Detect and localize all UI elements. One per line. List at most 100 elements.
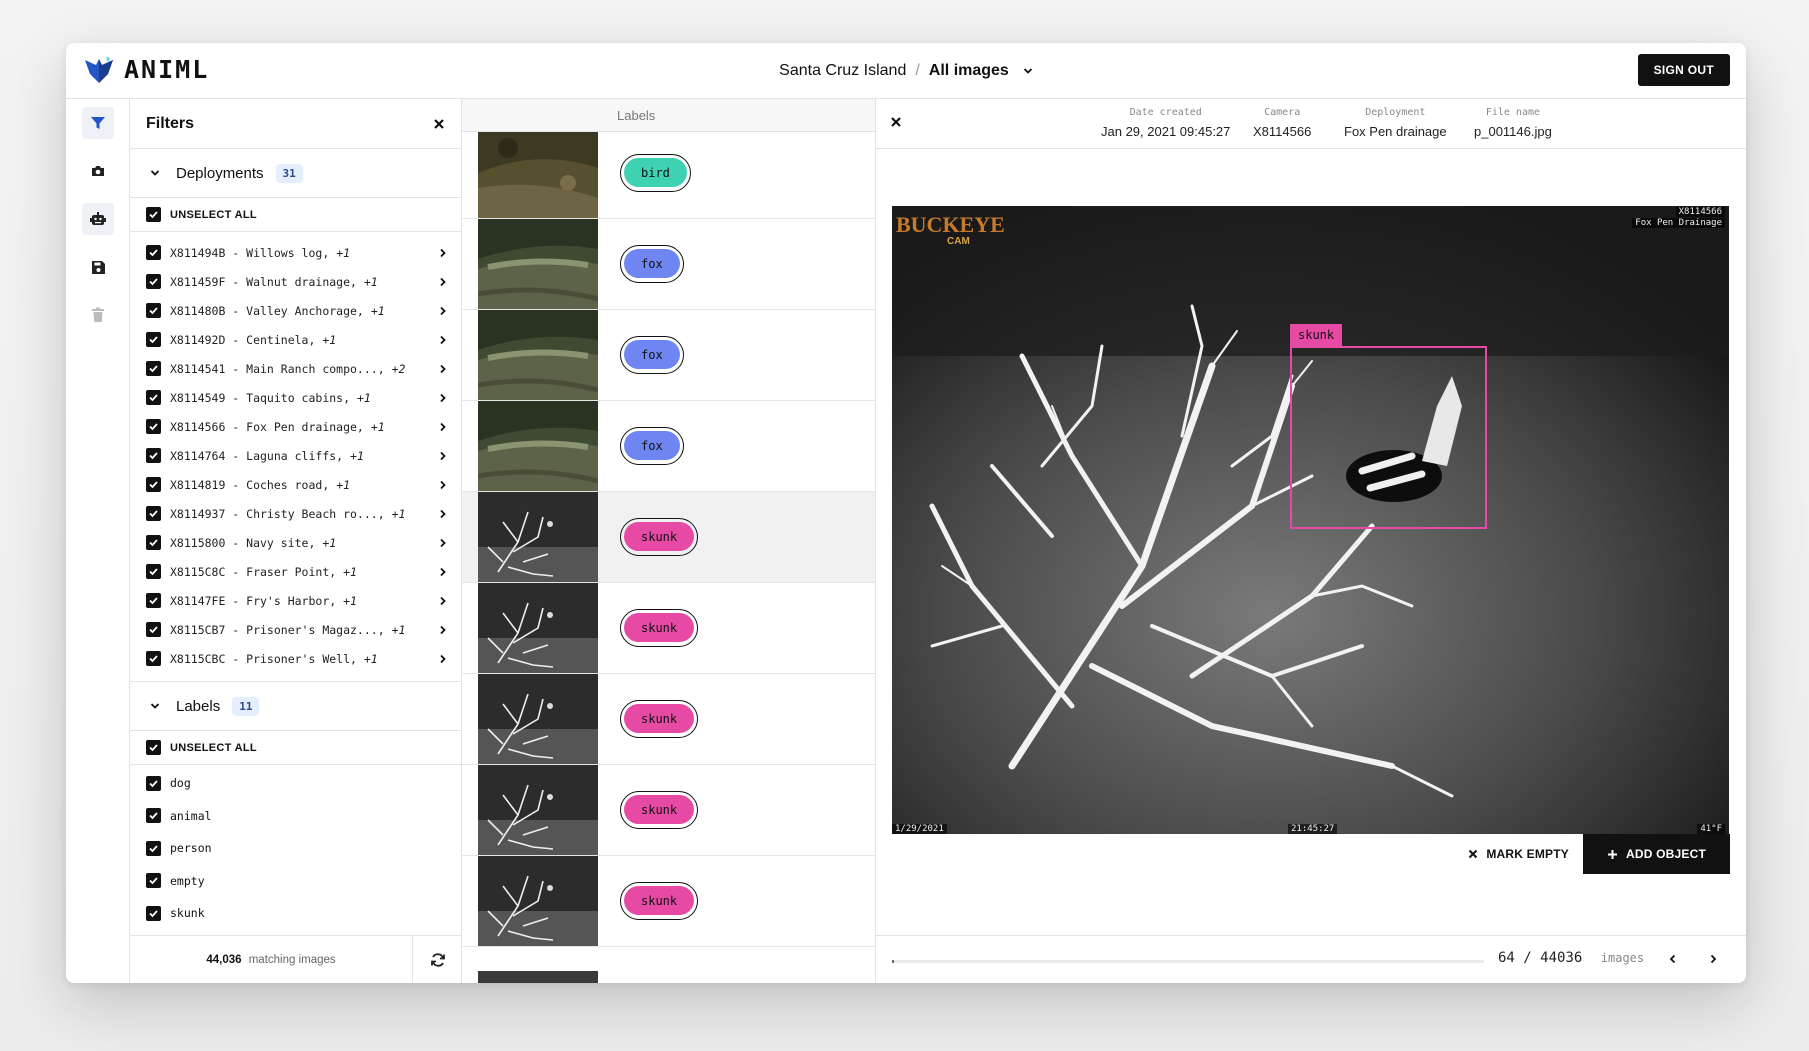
label-pill-outline[interactable]: skunk	[620, 609, 699, 647]
label-filter-item[interactable]: person	[130, 832, 461, 865]
chevron-right-icon[interactable]	[438, 451, 447, 461]
image-row[interactable]: skunk	[462, 765, 875, 856]
deployment-item[interactable]: X811459F - Walnut drainage, +1	[130, 267, 461, 296]
checkbox-checked[interactable]	[146, 775, 161, 791]
rail-delete-button[interactable]	[82, 299, 114, 331]
deployment-item[interactable]: X8115C8C - Fraser Point, +1	[130, 557, 461, 586]
image-row[interactable]: skunk	[462, 492, 875, 583]
chevron-right-icon[interactable]	[438, 567, 447, 577]
next-image-button[interactable]	[1702, 948, 1724, 970]
checkbox-checked[interactable]	[146, 303, 161, 318]
label-pill-outline[interactable]: fox	[620, 427, 684, 465]
chevron-right-icon[interactable]	[438, 393, 447, 403]
chevron-down-icon[interactable]	[150, 701, 160, 711]
label-filter-item[interactable]: empty	[130, 865, 461, 898]
image-row[interactable]: skunk	[462, 674, 875, 765]
deployment-item[interactable]: X811492D - Centinela, +1	[130, 325, 461, 354]
checkbox-checked[interactable]	[146, 361, 161, 376]
close-icon[interactable]	[433, 118, 445, 130]
image-row[interactable]: fox	[462, 219, 875, 310]
image-row-partial[interactable]	[462, 971, 875, 983]
checkbox-checked[interactable]	[146, 207, 161, 222]
deployment-item[interactable]: X8114764 - Laguna cliffs, +1	[130, 441, 461, 470]
deployment-item[interactable]: X8115800 - Navy site, +1	[130, 528, 461, 557]
checkbox-checked[interactable]	[146, 477, 161, 492]
label-pill-outline[interactable]: bird	[620, 154, 691, 192]
deployment-item[interactable]: X8115CBC - Prisoner's Well, +1	[130, 644, 461, 673]
close-icon[interactable]	[890, 116, 902, 128]
chevron-right-icon[interactable]	[438, 480, 447, 490]
add-object-button[interactable]: ADD OBJECT	[1582, 834, 1730, 874]
image-row[interactable]: fox	[462, 310, 875, 401]
chevron-right-icon[interactable]	[438, 277, 447, 287]
label-filter-item[interactable]: animal	[130, 800, 461, 833]
breadcrumb-project[interactable]: Santa Cruz Island	[779, 62, 906, 80]
checkbox-checked[interactable]	[146, 506, 161, 521]
checkbox-checked[interactable]	[146, 622, 161, 637]
breadcrumb-view[interactable]: All images	[929, 62, 1009, 80]
label-pill-outline[interactable]: skunk	[620, 791, 699, 829]
label-pill-outline[interactable]: skunk	[620, 518, 699, 556]
label-pill-outline[interactable]: skunk	[620, 882, 699, 920]
object-bounding-box[interactable]: skunk	[1290, 324, 1487, 529]
deployment-item[interactable]: X8114566 - Fox Pen drainage, +1	[130, 412, 461, 441]
checkbox-checked[interactable]	[146, 245, 161, 260]
checkbox-checked[interactable]	[146, 840, 161, 856]
rail-save-button[interactable]	[82, 251, 114, 283]
rail-robot-button[interactable]	[82, 203, 114, 235]
checkbox-checked[interactable]	[146, 651, 161, 666]
image-row[interactable]: fox	[462, 401, 875, 492]
mark-empty-button[interactable]: MARK EMPTY	[1454, 847, 1583, 861]
deployment-item[interactable]: X8114819 - Coches road, +1	[130, 470, 461, 499]
deployment-item[interactable]: X811494B - Willows log, +1	[130, 238, 461, 267]
sign-out-button[interactable]: SIGN OUT	[1637, 54, 1730, 86]
checkbox-checked[interactable]	[146, 564, 161, 579]
label-pill-outline[interactable]: fox	[620, 336, 684, 374]
chevron-right-icon[interactable]	[438, 509, 447, 519]
checkbox-checked[interactable]	[146, 905, 161, 921]
chevron-right-icon[interactable]	[438, 248, 447, 258]
chevron-right-icon[interactable]	[438, 596, 447, 606]
deployment-item[interactable]: X8114541 - Main Ranch compo..., +2	[130, 354, 461, 383]
deployments-unselect-all[interactable]: UNSELECT ALL	[130, 198, 461, 232]
image-progress-bar[interactable]	[892, 960, 1484, 963]
rail-camera-button[interactable]	[82, 155, 114, 187]
image-row[interactable]: skunk	[462, 583, 875, 674]
deployment-item[interactable]: X811480B - Valley Anchorage, +1	[130, 296, 461, 325]
checkbox-checked[interactable]	[146, 419, 161, 434]
checkbox-checked[interactable]	[146, 448, 161, 463]
chevron-right-icon[interactable]	[438, 654, 447, 664]
label-filter-item[interactable]: skunk	[130, 897, 461, 930]
rail-filter-button[interactable]	[82, 107, 114, 139]
deployment-item[interactable]: X8114549 - Taquito cabins, +1	[130, 383, 461, 412]
object-label-tag[interactable]: skunk	[1290, 324, 1343, 346]
checkbox-checked[interactable]	[146, 332, 161, 347]
refresh-button[interactable]	[412, 935, 462, 983]
label-pill-outline[interactable]: skunk	[620, 700, 699, 738]
chevron-right-icon[interactable]	[438, 625, 447, 635]
chevron-right-icon[interactable]	[438, 422, 447, 432]
labels-section-header[interactable]: Labels 11	[130, 682, 461, 731]
prev-image-button[interactable]	[1662, 948, 1684, 970]
chevron-down-icon[interactable]	[1023, 66, 1033, 76]
deployment-item[interactable]: X8114937 - Christy Beach ro..., +1	[130, 499, 461, 528]
chevron-right-icon[interactable]	[438, 364, 447, 374]
app-logo[interactable]: ANIML	[84, 55, 209, 84]
image-row[interactable]: skunk	[462, 856, 875, 947]
deployment-item[interactable]: X8115CB7 - Prisoner's Magaz..., +1	[130, 615, 461, 644]
chevron-right-icon[interactable]	[438, 306, 447, 316]
checkbox-checked[interactable]	[146, 808, 161, 824]
camera-trap-image[interactable]: BUCKEYE CAM X8114566 Fox Pen Drainage 1/…	[892, 206, 1729, 834]
deployments-section-header[interactable]: Deployments 31	[130, 149, 461, 198]
chevron-right-icon[interactable]	[438, 335, 447, 345]
checkbox-checked[interactable]	[146, 274, 161, 289]
checkbox-checked[interactable]	[146, 873, 161, 889]
label-filter-item[interactable]: dog	[130, 767, 461, 800]
chevron-right-icon[interactable]	[438, 538, 447, 548]
checkbox-checked[interactable]	[146, 593, 161, 608]
label-pill-outline[interactable]: fox	[620, 245, 684, 283]
checkbox-checked[interactable]	[146, 390, 161, 405]
chevron-down-icon[interactable]	[150, 168, 160, 178]
labels-unselect-all[interactable]: UNSELECT ALL	[130, 731, 461, 765]
checkbox-checked[interactable]	[146, 535, 161, 550]
